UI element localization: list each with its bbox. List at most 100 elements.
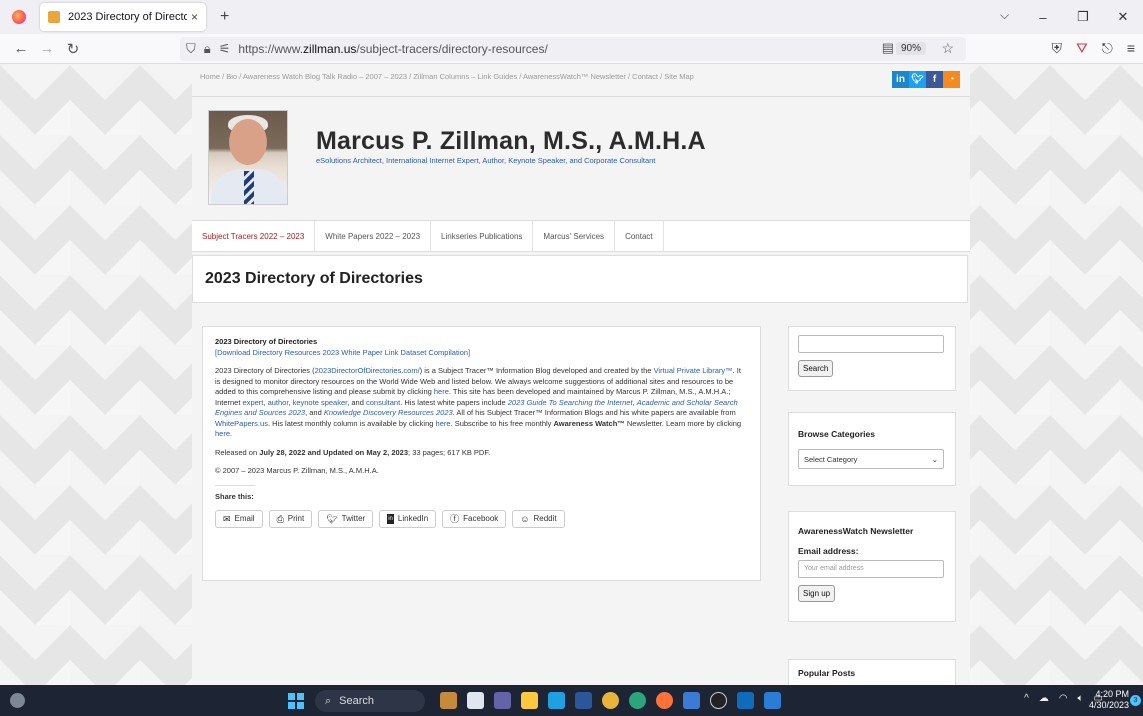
onedrive-icon[interactable]: ☁ xyxy=(1039,693,1049,704)
signup-button[interactable]: Sign up xyxy=(798,585,836,602)
newsletter-widget: AwarenessWatch Newsletter Email address:… xyxy=(788,511,956,622)
main-menu-items: Subject Tracers 2022 – 2023 White Papers… xyxy=(192,221,664,251)
weather-widget-icon[interactable] xyxy=(10,693,25,708)
list-tabs-chevron-icon[interactable]: ⌵ xyxy=(1000,8,1009,23)
vpl-link[interactable]: Virtual Private Library™ xyxy=(654,366,733,375)
wifi-icon[interactable]: ◠ xyxy=(1059,693,1068,704)
teams-icon[interactable] xyxy=(494,692,511,709)
taskbar-search[interactable]: ⌕ Search xyxy=(315,690,425,712)
bookmark-star-icon[interactable]: ☆ xyxy=(941,40,954,57)
chevron-up-icon[interactable]: ^ xyxy=(1024,693,1029,704)
search-button[interactable]: Search xyxy=(798,360,834,377)
share-icon[interactable]: ⎋ xyxy=(1102,40,1113,57)
facebook-icon[interactable]: f xyxy=(926,71,943,88)
chrome-icon[interactable] xyxy=(602,692,619,709)
menu-item-subject-tracers[interactable]: Subject Tracers 2022 – 2023 xyxy=(192,221,316,251)
shield-check-icon[interactable]: ⛨ xyxy=(1051,40,1062,57)
menu-icon[interactable]: ≡ xyxy=(1127,40,1135,57)
lock-icon[interactable]: 🔒︎ xyxy=(204,41,211,57)
url-bar[interactable]: ⛉ 🔒︎ ⚟ https://www.zillman.us/subject-tr… xyxy=(180,37,966,61)
browser-tab-bar: 2023 Directory of Directories - Mar × + … xyxy=(0,0,1143,34)
toolbar-right: ⛨ ⛛ ⎋ ≡ xyxy=(1051,40,1135,57)
menu-item-contact[interactable]: Contact xyxy=(615,221,664,251)
portrait-face xyxy=(229,119,267,165)
twitter-icon[interactable]: 🐦︎ xyxy=(909,71,926,88)
reload-icon[interactable]: ↻ xyxy=(60,40,86,58)
site-tagline[interactable]: eSolutions Architect, International Inte… xyxy=(316,156,655,165)
article-content: 2023 Directory of Directories [Download … xyxy=(202,326,761,581)
pocket-icon[interactable]: ⛛ xyxy=(1076,40,1088,57)
menu-item-white-papers[interactable]: White Papers 2022 – 2023 xyxy=(315,221,432,251)
word-icon[interactable] xyxy=(575,692,592,709)
permissions-icon[interactable]: ⚟ xyxy=(219,41,231,57)
linkedin-icon[interactable]: in xyxy=(892,71,909,88)
share-linkedin-button[interactable]: in LinkedIn xyxy=(379,510,437,528)
submit-here-link[interactable]: here xyxy=(434,387,449,396)
whitepapers-link[interactable]: WhitePapers.us xyxy=(215,419,268,428)
menu-item-linkseries[interactable]: Linkseries Publications xyxy=(431,221,534,251)
category-select[interactable]: Select Category ⌄ xyxy=(798,449,944,469)
top-links[interactable]: Home / Bio / Awareness Watch Blog Talk R… xyxy=(200,71,720,83)
firefox-icon[interactable] xyxy=(656,692,673,709)
windows-start-icon[interactable] xyxy=(288,693,304,709)
categories-title: Browse Categories xyxy=(798,429,875,439)
share-reddit-button[interactable]: ☺ Reddit xyxy=(512,510,565,528)
minimize-icon[interactable]: – xyxy=(1023,10,1063,25)
outlook-icon[interactable] xyxy=(737,692,754,709)
app-icon-people[interactable] xyxy=(440,692,457,709)
web-page: Home / Bio / Awareness Watch Blog Talk R… xyxy=(0,65,1143,685)
browser-tab[interactable]: 2023 Directory of Directories - Mar × xyxy=(40,3,206,31)
edge-icon[interactable] xyxy=(548,692,565,709)
taskbar-clock[interactable]: 4:20 PM 4/30/2023 xyxy=(1089,689,1129,711)
categories-widget: Browse Categories Select Category ⌄ xyxy=(788,412,956,486)
reader-view-icon[interactable]: ▤ xyxy=(882,40,894,56)
store-icon[interactable] xyxy=(683,692,700,709)
search-input[interactable] xyxy=(798,335,944,353)
reddit-icon: ☺ xyxy=(520,513,530,524)
white-paper-link-3[interactable]: Knowledge Discovery Resources 2023 xyxy=(324,408,453,417)
dell-icon[interactable] xyxy=(710,692,727,709)
zoom-level[interactable]: 90% xyxy=(895,42,926,55)
notification-badge[interactable]: 3 xyxy=(1130,695,1141,706)
envelope-icon: ✉ xyxy=(223,513,231,524)
new-tab-button[interactable]: + xyxy=(220,8,229,26)
volume-icon[interactable]: 🔈︎ xyxy=(1078,693,1084,704)
forward-arrow-icon[interactable]: → xyxy=(34,40,60,57)
share-email-button[interactable]: ✉ Email xyxy=(215,510,263,528)
tab-close-icon[interactable]: × xyxy=(191,10,198,24)
site-link[interactable]: 2023DirectorOfDirectories.com/ xyxy=(315,366,420,375)
copyright: © 2007 – 2023 Marcus P. Zillman, M.S., A… xyxy=(215,466,379,475)
file-explorer-icon[interactable] xyxy=(521,692,538,709)
shield-icon[interactable]: ⛉ xyxy=(186,41,196,57)
printer-icon: ⎙ xyxy=(276,513,284,524)
popular-posts-widget: Popular Posts xyxy=(788,659,956,685)
page-title: 2023 Directory of Directories xyxy=(205,270,423,287)
share-buttons: ✉ Email ⎙ Print 🐦︎ Twitter in LinkedIn ⓕ Face… xyxy=(215,510,748,528)
window-controls: – ❐ ✕ xyxy=(1023,0,1143,34)
white-paper-link-1[interactable]: 2023 Guide To Searching the Internet xyxy=(508,398,633,407)
task-view-icon[interactable] xyxy=(467,692,484,709)
url-text[interactable]: https://www.zillman.us/subject-tracers/d… xyxy=(238,42,547,56)
share-print-button[interactable]: ⎙ Print xyxy=(268,510,313,528)
expert-link[interactable]: expert xyxy=(243,398,264,407)
app-icon-green[interactable] xyxy=(629,692,646,709)
author-portrait xyxy=(208,110,288,205)
site-title[interactable]: Marcus P. Zillman, M.S., A.M.H.A xyxy=(316,127,706,156)
share-twitter-button[interactable]: 🐦︎ Twitter xyxy=(318,510,374,528)
consultant-link[interactable]: consultant xyxy=(366,398,400,407)
keynote-link[interactable]: keynote speaker xyxy=(293,398,348,407)
column-here-link[interactable]: here xyxy=(436,419,451,428)
popular-posts-title: Popular Posts xyxy=(798,668,856,678)
share-facebook-button[interactable]: ⓕ Facebook xyxy=(442,510,507,528)
rss-icon[interactable]: ◔ xyxy=(943,71,960,88)
back-arrow-icon[interactable]: ← xyxy=(8,40,34,57)
restore-icon[interactable]: ❐ xyxy=(1063,9,1103,25)
close-window-icon[interactable]: ✕ xyxy=(1103,9,1143,25)
download-link[interactable]: [Download Directory Resources 2023 White… xyxy=(215,348,470,357)
chevron-down-icon: ⌄ xyxy=(931,454,938,464)
menu-item-services[interactable]: Marcus' Services xyxy=(533,221,616,251)
todo-icon[interactable] xyxy=(764,692,781,709)
email-field[interactable]: Your email address xyxy=(798,560,944,578)
learn-more-here-link[interactable]: here xyxy=(215,429,230,438)
author-link[interactable]: author xyxy=(268,398,289,407)
